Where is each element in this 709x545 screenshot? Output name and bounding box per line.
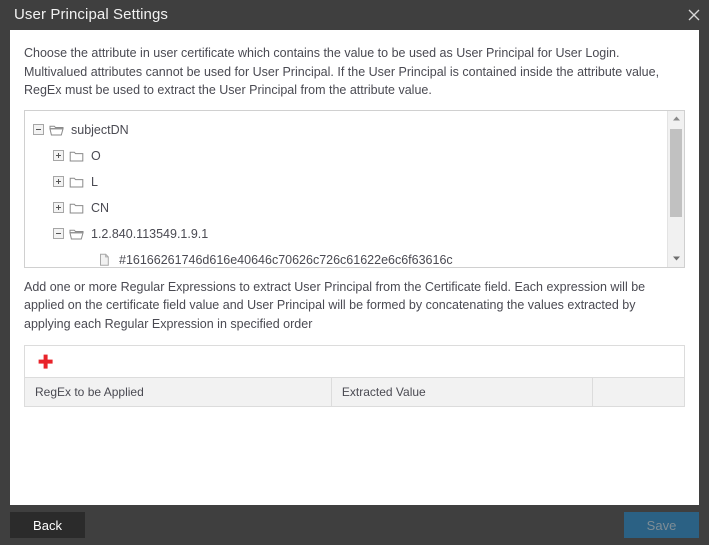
close-icon[interactable] [679, 0, 709, 30]
content-wrapper: Choose the attribute in user certificate… [0, 30, 709, 505]
tree-node-label: subjectDN [71, 123, 129, 137]
column-header-regex[interactable]: RegEx to be Applied [25, 378, 332, 407]
grid-toolbar [24, 345, 685, 377]
column-header-actions [592, 378, 684, 407]
tree-node-label: O [91, 149, 101, 163]
certificate-attribute-tree[interactable]: subjectDN O L [24, 110, 685, 268]
tree-node-label: 1.2.840.113549.1.9.1 [91, 227, 208, 241]
scrollbar-thumb[interactable] [670, 129, 682, 217]
tree-toggle-plus-icon[interactable] [53, 202, 64, 213]
window-title: User Principal Settings [14, 0, 168, 30]
folder-closed-icon [69, 201, 85, 215]
tree-toggle-minus-icon[interactable] [33, 124, 44, 135]
tree-node-label: #16166261746d616e40646c70626c726c61622e6… [119, 253, 453, 267]
tree-node-o[interactable]: O [25, 143, 667, 169]
tree-body: subjectDN O L [25, 111, 667, 267]
tree-node-subjectdn[interactable]: subjectDN [25, 117, 667, 143]
table-empty-body [24, 407, 685, 505]
content-panel: Choose the attribute in user certificate… [10, 30, 699, 505]
table-header-row: RegEx to be Applied Extracted Value [25, 378, 685, 407]
tree-toggle-plus-icon[interactable] [53, 176, 64, 187]
save-button[interactable]: Save [624, 512, 699, 538]
tree-toggle-spacer [81, 254, 92, 265]
tree-vertical-scrollbar[interactable] [667, 111, 684, 267]
folder-closed-icon [69, 149, 85, 163]
back-button[interactable]: Back [10, 512, 85, 538]
tree-node-label: CN [91, 201, 109, 215]
folder-closed-icon [69, 175, 85, 189]
intro-paragraph: Choose the attribute in user certificate… [24, 44, 685, 100]
user-principal-settings-dialog: User Principal Settings Choose the attri… [0, 0, 709, 545]
dialog-footer: Back Save [0, 505, 709, 545]
regex-paragraph: Add one or more Regular Expressions to e… [24, 278, 685, 334]
tree-node-cn[interactable]: CN [25, 195, 667, 221]
tree-node-oid[interactable]: 1.2.840.113549.1.9.1 [25, 221, 667, 247]
folder-open-icon [49, 123, 65, 137]
file-icon [97, 253, 113, 267]
folder-open-icon [69, 227, 85, 241]
tree-toggle-plus-icon[interactable] [53, 150, 64, 161]
regex-grid: RegEx to be Applied Extracted Value [24, 345, 685, 505]
titlebar: User Principal Settings [0, 0, 709, 30]
tree-node-label: L [91, 175, 98, 189]
tree-node-l[interactable]: L [25, 169, 667, 195]
regex-table: RegEx to be Applied Extracted Value [24, 377, 685, 407]
tree-toggle-minus-icon[interactable] [53, 228, 64, 239]
scroll-down-arrow-icon[interactable] [668, 251, 684, 267]
column-header-extracted-value[interactable]: Extracted Value [331, 378, 592, 407]
tree-node-attribute-value[interactable]: #16166261746d616e40646c70626c726c61622e6… [25, 247, 667, 267]
add-row-icon[interactable] [37, 353, 54, 370]
scroll-up-arrow-icon[interactable] [668, 111, 684, 127]
